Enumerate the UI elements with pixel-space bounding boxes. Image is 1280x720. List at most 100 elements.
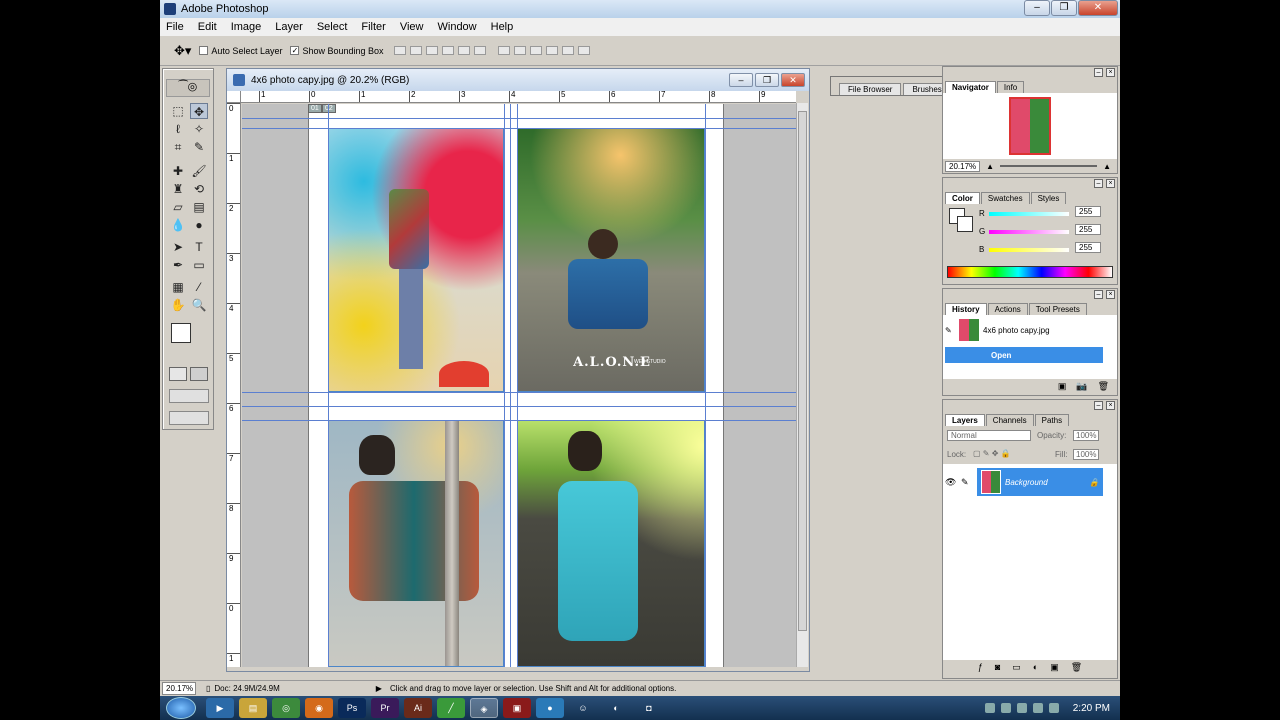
fill-field[interactable]: 100%: [1073, 449, 1099, 460]
pen-tool-icon[interactable]: ✒: [169, 257, 187, 273]
distribute-hcenter-icon[interactable]: [561, 46, 574, 55]
green-slider[interactable]: [989, 230, 1069, 234]
trash-icon[interactable]: 🗑: [1071, 662, 1082, 673]
show-bbox-checkbox[interactable]: ✓ Show Bounding Box: [290, 46, 384, 56]
distribute-bottom-icon[interactable]: [529, 46, 542, 55]
photoshop-active-icon[interactable]: ◈: [470, 698, 498, 718]
guide-horizontal[interactable]: [242, 406, 796, 407]
panel-close-button[interactable]: ×: [1106, 401, 1115, 410]
tab-paths[interactable]: Paths: [1034, 414, 1070, 426]
move-tool-icon[interactable]: ✥▾: [174, 43, 191, 59]
brush-link-icon[interactable]: ✎: [961, 477, 977, 488]
illustrator-icon[interactable]: Ai: [404, 698, 432, 718]
guide-horizontal[interactable]: [242, 420, 796, 421]
orb-icon[interactable]: ◐: [602, 698, 630, 718]
photo-alone-boy[interactable]: A.L.O.N.E WEB STUDIO: [517, 128, 705, 392]
tray-flag-icon[interactable]: [1032, 703, 1043, 713]
panel-minimize-button[interactable]: –: [1094, 179, 1103, 188]
history-brush-source-icon[interactable]: ✎: [945, 326, 959, 335]
photo-jacket-boy[interactable]: [328, 420, 504, 667]
magic-wand-icon[interactable]: ✧: [190, 121, 208, 137]
eye-icon[interactable]: 👁: [945, 477, 961, 488]
doc-minimize-button[interactable]: –: [729, 73, 753, 87]
character-icon[interactable]: ☺: [569, 698, 597, 718]
layer-row[interactable]: 👁 ✎ Background 🔒: [945, 468, 1103, 496]
ruler-origin[interactable]: [227, 91, 241, 103]
blue-slider[interactable]: [989, 248, 1069, 252]
marquee-tool-icon[interactable]: ⬚: [169, 103, 187, 119]
distribute-vcenter-icon[interactable]: [513, 46, 526, 55]
align-bottom-icon[interactable]: [425, 46, 438, 55]
opacity-field[interactable]: 100%: [1073, 430, 1099, 441]
history-snapshot[interactable]: ✎ 4x6 photo capy.jpg: [945, 317, 1105, 343]
layer-style-icon[interactable]: ƒ: [978, 662, 983, 672]
menu-edit[interactable]: Edit: [198, 21, 217, 33]
tab-actions[interactable]: Actions: [987, 303, 1028, 315]
gradient-tool-icon[interactable]: ▤: [190, 199, 208, 215]
doc-restore-button[interactable]: ❐: [755, 73, 779, 87]
canvas-area[interactable]: 01 02 A.L.O.N.E WEB STUDIO: [242, 104, 796, 667]
guide-horizontal[interactable]: [242, 118, 796, 119]
menu-view[interactable]: View: [400, 21, 424, 33]
menu-filter[interactable]: Filter: [361, 21, 385, 33]
photo-railway-boy[interactable]: [517, 420, 705, 667]
shape-tool-icon[interactable]: ▭: [190, 257, 208, 273]
menu-image[interactable]: Image: [231, 21, 262, 33]
minimize-button[interactable]: –: [1024, 0, 1050, 16]
path-select-icon[interactable]: ➤: [169, 239, 187, 255]
new-layer-icon[interactable]: ▣: [1050, 662, 1059, 673]
photoshop-taskbar-icon[interactable]: Ps: [338, 698, 366, 718]
screen-mode-icon[interactable]: [169, 389, 209, 403]
auto-select-checkbox[interactable]: Auto Select Layer: [199, 46, 282, 56]
status-doc-size[interactable]: Doc: 24.9M/24.9M: [214, 684, 279, 693]
menu-help[interactable]: Help: [491, 21, 514, 33]
blend-mode-select[interactable]: Normal: [947, 430, 1031, 441]
panel-close-button[interactable]: ×: [1106, 68, 1115, 77]
distribute-left-icon[interactable]: [545, 46, 558, 55]
zoom-slider[interactable]: [1000, 165, 1098, 167]
dodge-tool-icon[interactable]: ●: [190, 217, 208, 233]
layer-set-icon[interactable]: ▭: [1012, 662, 1021, 673]
eraser-tool-icon[interactable]: ▱: [169, 199, 187, 215]
color-bg-swatch[interactable]: [957, 216, 973, 232]
firefox-icon[interactable]: ◉: [305, 698, 333, 718]
tab-history[interactable]: History: [945, 303, 987, 315]
camera-icon[interactable]: ◘: [635, 698, 663, 718]
menu-file[interactable]: File: [166, 21, 184, 33]
type-tool-icon[interactable]: T: [190, 239, 208, 255]
guide-vertical[interactable]: [328, 104, 329, 667]
move-tool-icon[interactable]: ✥: [190, 103, 208, 119]
tab-file-browser[interactable]: File Browser: [839, 83, 902, 95]
align-left-icon[interactable]: [441, 46, 454, 55]
healing-brush-icon[interactable]: ✚: [169, 163, 187, 179]
adjustment-layer-icon[interactable]: ◐: [1033, 662, 1038, 672]
layer-mask-icon[interactable]: ◙: [995, 662, 1000, 672]
history-state-open[interactable]: Open: [945, 347, 1103, 363]
tab-info[interactable]: Info: [996, 81, 1025, 93]
tab-channels[interactable]: Channels: [985, 414, 1034, 426]
slice-tool-icon[interactable]: ✎: [190, 139, 208, 155]
green-value[interactable]: 255: [1075, 224, 1101, 235]
crop-tool-icon[interactable]: ⌗: [169, 139, 187, 155]
quickmask-mode-icon[interactable]: [190, 367, 208, 381]
status-zoom-field[interactable]: 20.17%: [162, 682, 196, 695]
navigator-zoom-field[interactable]: 20.17%: [945, 160, 981, 172]
distribute-right-icon[interactable]: [577, 46, 590, 55]
blur-tool-icon[interactable]: 💧: [169, 217, 187, 233]
standard-mode-icon[interactable]: [169, 367, 187, 381]
start-button[interactable]: [166, 697, 196, 719]
tab-styles[interactable]: Styles: [1030, 192, 1067, 204]
jump-to-imageready-icon[interactable]: [169, 411, 209, 425]
layer-item-selected[interactable]: Background 🔒: [977, 468, 1103, 496]
navigator-preview[interactable]: [943, 93, 1117, 159]
lasso-tool-icon[interactable]: ℓ: [169, 121, 187, 137]
zoom-in-icon[interactable]: ▲: [1103, 162, 1111, 171]
guide-horizontal[interactable]: [242, 392, 796, 393]
chrome-icon[interactable]: ◎: [272, 698, 300, 718]
vertical-ruler[interactable]: 0 1 2 3 4 5 6 7 8 9 0 1: [227, 103, 241, 667]
notes-tool-icon[interactable]: ▦: [169, 279, 187, 295]
panel-close-button[interactable]: ×: [1106, 290, 1115, 299]
brush-tool-icon[interactable]: 🖌: [190, 163, 208, 179]
file-explorer-icon[interactable]: ▤: [239, 698, 267, 718]
vertical-scrollbar[interactable]: [796, 103, 808, 667]
